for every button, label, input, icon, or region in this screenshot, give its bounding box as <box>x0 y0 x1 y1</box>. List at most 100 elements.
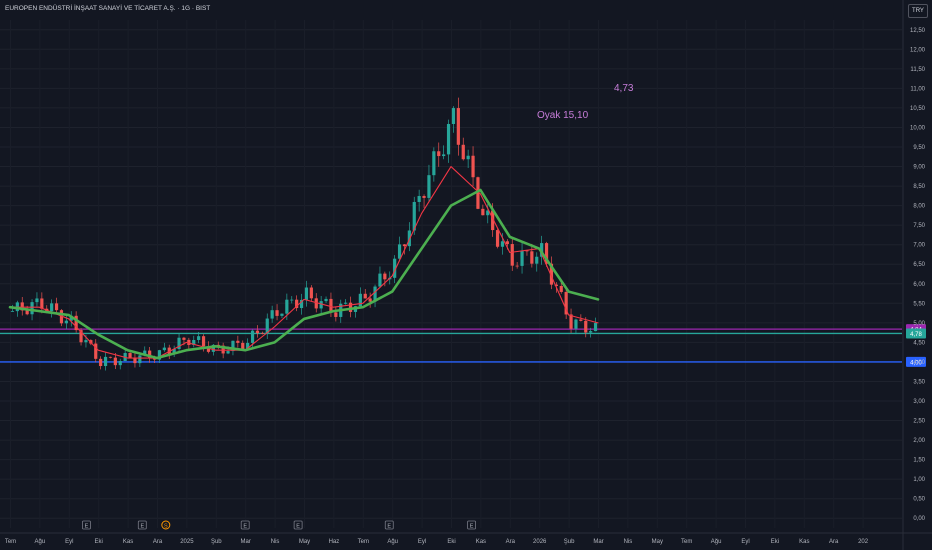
x-tick-label: Nis <box>271 539 280 545</box>
y-tick-label: 7,00 <box>913 243 925 249</box>
candle-body <box>309 287 313 299</box>
candle-body <box>260 333 264 334</box>
x-axis[interactable]: Tem Ağu Eyl Eki Kas Ara 2025 Şub Mar Nis May Haz Tem… <box>0 532 932 545</box>
candle-body <box>64 320 68 324</box>
candle-body <box>344 302 348 304</box>
y-tick-label: 12,00 <box>910 47 926 53</box>
candle-body <box>133 357 137 364</box>
symbol-title[interactable]: EUROPEN ENDÜSTRİ İNŞAAT SANAYİ VE TİCARE… <box>5 5 210 12</box>
candle-body <box>25 310 29 315</box>
x-tick-label: May <box>299 539 310 545</box>
y-tick-label: 1,50 <box>913 458 925 464</box>
candle-body <box>417 196 421 202</box>
x-tick-label: Ağu <box>711 539 722 545</box>
event-label: S <box>164 524 168 530</box>
x-tick-label: Ağu <box>387 539 398 545</box>
x-tick-label: 202 <box>858 539 869 545</box>
candle-body <box>535 256 539 264</box>
candle-body <box>103 356 108 367</box>
candle-body <box>334 312 338 317</box>
y-tick-label: 11,50 <box>910 67 925 73</box>
candle-body <box>397 244 402 259</box>
candle-body <box>201 336 206 347</box>
y-tick-label: 8,50 <box>913 184 925 190</box>
x-tick-label: Şub <box>564 539 575 545</box>
candle-body <box>255 330 260 334</box>
event-label: E <box>140 524 144 530</box>
candle-body <box>442 154 446 157</box>
candle-body <box>324 298 328 302</box>
y-tick-label: 7,50 <box>913 223 925 229</box>
candle-body <box>99 358 103 367</box>
candle-body <box>50 303 54 312</box>
x-tick-label: Ara <box>506 539 516 545</box>
candle-body <box>128 353 132 358</box>
x-tick-label: Mar <box>593 539 603 545</box>
candle-body <box>593 322 598 332</box>
candle-body <box>451 108 456 124</box>
event-label: E <box>243 524 247 530</box>
x-tick-label: May <box>652 539 663 545</box>
candle-body <box>368 298 372 302</box>
x-tick-label: Kas <box>799 539 809 545</box>
y-tick-label: 2,00 <box>913 438 925 444</box>
candle-body <box>363 293 367 299</box>
candle-body <box>285 299 289 314</box>
y-tick-label: 0,50 <box>913 497 925 503</box>
candle-body <box>30 302 34 315</box>
x-tick-label: Eki <box>447 539 455 545</box>
candle-body <box>589 331 593 333</box>
candle-body <box>275 310 279 316</box>
event-label: E <box>470 524 474 530</box>
candle-body <box>378 273 382 287</box>
y-tick-label: 3,00 <box>913 399 925 405</box>
level-label: 4,78 <box>910 332 922 338</box>
x-tick-label: Ara <box>153 539 163 545</box>
y-axis[interactable]: 0,00 0,50 1,00 1,50 2,00 2,50 3,00 3,50 4,00 4,50… <box>902 0 926 550</box>
candle-body <box>290 299 294 301</box>
candle-body <box>446 123 451 155</box>
candle-body <box>226 351 230 354</box>
candle-body <box>270 310 274 319</box>
candle-body <box>500 241 505 247</box>
y-tick-label: 5,00 <box>913 321 925 327</box>
x-tick-label: Kas <box>476 539 486 545</box>
y-tick-label: 8,00 <box>913 204 925 210</box>
candle-body <box>520 250 524 266</box>
x-tick-label: Tem <box>681 539 692 545</box>
annotation-oyak: Oyak 15,10 <box>537 110 589 121</box>
x-tick-label: Kas <box>123 539 133 545</box>
x-tick-label: Ara <box>829 539 839 545</box>
x-tick-label: Şub <box>211 539 222 545</box>
y-tick-label: 9,50 <box>913 145 925 151</box>
candle-body <box>162 347 166 351</box>
candle-body <box>138 355 142 364</box>
candle-body <box>427 175 431 198</box>
x-tick-label: Eyl <box>418 539 426 545</box>
x-tick-label: 2025 <box>180 539 194 545</box>
candle-body <box>236 340 240 343</box>
price-chart[interactable]: 4,844,784,00 0,000,501,001,502,002,503,0… <box>0 0 932 550</box>
candle-body <box>432 151 436 176</box>
candle-body <box>495 230 500 247</box>
x-tick-label: Nis <box>624 539 633 545</box>
event-label: E <box>296 524 300 530</box>
candle-body <box>84 340 88 343</box>
x-tick-label: Haz <box>329 539 340 545</box>
y-tick-label: 5,50 <box>913 301 925 307</box>
candle-body <box>505 241 509 245</box>
currency-badge[interactable]: TRY <box>908 4 928 18</box>
y-tick-label: 0,00 <box>913 516 925 522</box>
x-tick-label: Eyl <box>65 539 73 545</box>
event-markers[interactable]: EESEEEE <box>82 520 476 530</box>
event-label: E <box>85 524 89 530</box>
x-tick-label: Mar <box>241 539 251 545</box>
candle-body <box>461 144 465 160</box>
y-tick-label: 2,50 <box>913 419 925 425</box>
candle-body <box>182 337 186 340</box>
candle-body <box>456 108 460 145</box>
x-tick-label: Eyl <box>741 539 749 545</box>
candle-body <box>383 273 387 280</box>
y-tick-label: 10,00 <box>910 125 926 131</box>
y-tick-label: 4,00 <box>913 360 925 366</box>
